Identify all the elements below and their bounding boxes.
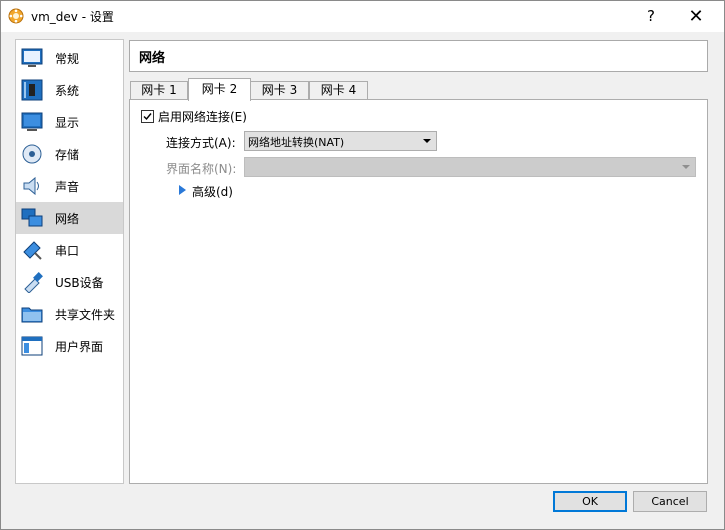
serial-port-icon (23, 241, 42, 260)
enable-network-checkbox[interactable] (141, 110, 154, 123)
sidebar-item-audio[interactable]: 声音 (16, 170, 123, 202)
sidebar-item-general[interactable]: 常规 (16, 42, 123, 74)
close-button[interactable]: ✕ (673, 1, 719, 32)
sidebar-item-label: 串口 (55, 244, 80, 258)
window-title: vm_dev - 设置 (31, 10, 114, 24)
storage-icon (22, 144, 42, 164)
shared-folder-icon (21, 307, 43, 323)
attached-to-select[interactable]: 网络地址转换(NAT) (244, 131, 437, 151)
network-icon (21, 208, 43, 227)
tab-adapter-3[interactable]: 网卡 3 (250, 81, 309, 100)
sidebar-item-label: 存储 (55, 148, 80, 162)
sidebar-item-label: 显示 (55, 116, 80, 130)
title-bar: vm_dev - 设置 ? ✕ (1, 1, 724, 32)
attached-to-value: 网络地址转换(NAT) (248, 136, 345, 149)
cancel-button[interactable]: Cancel (633, 491, 707, 512)
checkmark-icon (143, 113, 152, 121)
tab-adapter-2[interactable]: 网卡 2 (188, 78, 251, 101)
help-button[interactable]: ? (628, 1, 674, 32)
virtualbox-app-icon (8, 8, 24, 24)
sidebar-item-label: 常规 (55, 52, 80, 66)
user-interface-icon (21, 336, 43, 356)
sidebar-item-label: 网络 (55, 212, 80, 226)
tab-adapter-4[interactable]: 网卡 4 (309, 81, 368, 100)
display-icon (21, 112, 43, 131)
page-header: 网络 (129, 40, 708, 72)
ok-button[interactable]: OK (553, 491, 627, 512)
sidebar-item-storage[interactable]: 存储 (16, 138, 123, 170)
sidebar-item-usb[interactable]: USB设备 (16, 266, 123, 298)
chevron-down-icon (423, 139, 431, 143)
sidebar-item-system[interactable]: 系统 (16, 74, 123, 106)
sidebar-item-shared-folders[interactable]: 共享文件夹 (16, 298, 123, 330)
sidebar-item-user-interface[interactable]: 用户界面 (16, 330, 123, 362)
page-title: 网络 (139, 51, 166, 66)
enable-network-label[interactable]: 启用网络连接(E) (158, 108, 247, 125)
sidebar-item-label: 声音 (55, 180, 80, 194)
system-icon (21, 79, 43, 101)
chevron-down-icon (682, 165, 690, 169)
sidebar-item-serial-port[interactable]: 串口 (16, 234, 123, 266)
sidebar-item-label: 系统 (55, 84, 80, 98)
audio-icon (23, 176, 39, 196)
sidebar-item-display[interactable]: 显示 (16, 106, 123, 138)
expand-arrow-icon[interactable] (179, 185, 186, 195)
interface-name-label: 界面名称(N): (166, 162, 237, 176)
attached-to-label: 连接方式(A): (166, 136, 236, 150)
interface-name-select (244, 157, 696, 177)
usb-icon (24, 272, 43, 293)
settings-sidebar: 常规 系统 显示 存储 声音 网络 串口 USB设备 共享文件夹 用户界面 (15, 39, 124, 484)
general-icon (21, 48, 43, 67)
sidebar-item-label: 用户界面 (55, 340, 104, 354)
advanced-toggle[interactable]: 高级(d) (192, 183, 233, 200)
sidebar-item-label: 共享文件夹 (55, 308, 116, 322)
tab-adapter-1[interactable]: 网卡 1 (130, 81, 188, 100)
sidebar-item-network[interactable]: 网络 (16, 202, 123, 234)
sidebar-item-label: USB设备 (55, 276, 104, 290)
